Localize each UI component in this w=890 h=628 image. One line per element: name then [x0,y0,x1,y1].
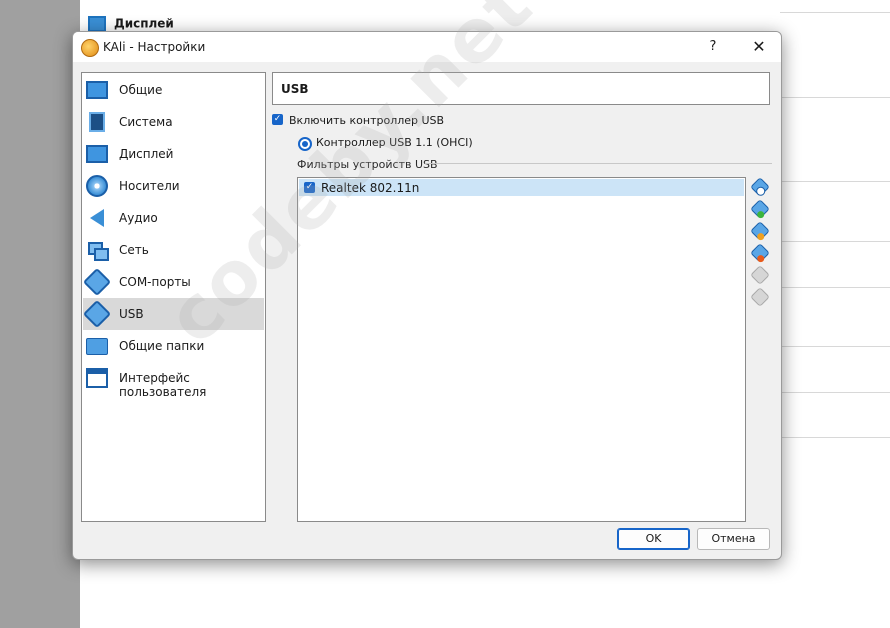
network-icon [86,239,109,261]
background-divider [780,392,890,393]
add-empty-filter-icon [750,177,770,198]
sidebar-item-display[interactable]: Дисплей [83,138,264,170]
cancel-button[interactable]: Отмена [697,528,770,550]
background-divider [780,287,890,288]
sidebar-item-storage[interactable]: Носители [83,170,264,202]
dialog-title: KAli - Настройки [103,40,206,54]
speaker-icon [86,207,108,229]
sidebar-item-system[interactable]: Система [83,106,264,138]
sidebar-item-label: Общие [119,83,163,97]
disc-icon [86,175,108,197]
monitor-icon [86,79,108,101]
background-panel-left [0,0,80,628]
folder-icon [86,335,108,357]
usb-icon [82,299,112,329]
sidebar-item-shared-folders[interactable]: Общие папки [83,330,264,362]
background-divider [780,181,890,182]
move-filter-down-icon [750,287,770,307]
add-device-filter-icon [750,199,770,220]
background-divider [780,346,890,347]
sidebar-item-label: Аудио [119,211,158,225]
ok-button[interactable]: OK [617,528,690,550]
close-icon: ✕ [752,37,766,56]
chip-icon [86,111,108,133]
background-divider [780,437,890,438]
sidebar-item-label: Носители [119,179,180,193]
edit-filter-button[interactable] [750,221,770,242]
section-header: USB [272,72,770,105]
virtualbox-app-icon [81,39,99,57]
add-empty-filter-button[interactable] [750,177,770,198]
help-button[interactable]: ? [693,35,733,59]
move-filter-up-button[interactable] [750,265,770,285]
filters-divider [425,163,772,164]
background-display-header: Дисплей [88,16,174,32]
remove-filter-button[interactable] [750,243,770,264]
enable-usb-checkbox[interactable]: ✓ [272,114,283,125]
display-icon [88,16,106,32]
move-filter-down-button[interactable] [750,287,770,307]
background-divider [780,97,890,98]
sidebar-item-label: Дисплей [119,147,174,161]
close-button[interactable]: ✕ [739,35,779,59]
remove-filter-icon [750,243,770,264]
usb-filter-list[interactable]: ✓ Realtek 802.11n [297,177,746,522]
move-filter-up-icon [750,265,770,285]
sidebar-item-label: Сеть [119,243,149,257]
add-device-filter-button[interactable] [750,199,770,220]
sidebar-item-user-interface[interactable]: Интерфейс пользователя [83,362,264,399]
edit-filter-icon [750,221,770,242]
sidebar-item-label: Система [119,115,173,129]
serial-port-icon [82,267,112,297]
display-icon [86,143,108,165]
sidebar-item-label: Интерфейс пользователя [119,371,207,399]
background-divider [780,12,890,13]
sidebar-item-label: USB [119,307,144,321]
background-divider [780,241,890,242]
window-icon [86,367,108,389]
sidebar-item-general[interactable]: Общие [83,74,264,106]
page-title: USB [281,82,309,96]
